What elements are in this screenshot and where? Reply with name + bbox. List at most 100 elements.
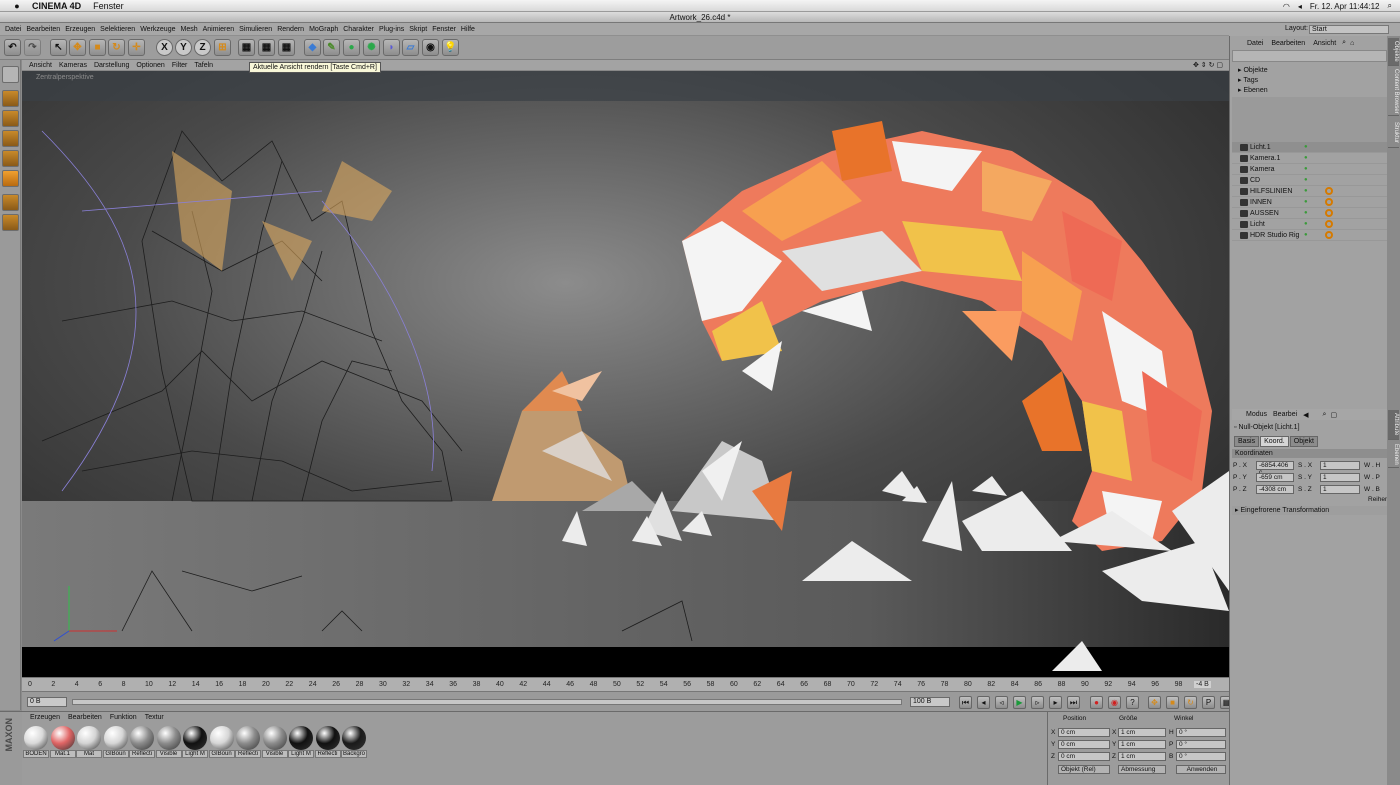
undo-icon[interactable]: ↶ <box>4 39 21 56</box>
object-row[interactable]: AUSSEN ● <box>1232 208 1387 219</box>
tag-icon[interactable] <box>1325 231 1333 239</box>
menu-rendern[interactable]: Rendern <box>277 26 304 33</box>
material-swatch[interactable]: Mat <box>76 726 102 760</box>
material-swatch[interactable]: Visible <box>155 726 182 760</box>
next-key-icon[interactable]: ▸ <box>1049 696 1062 709</box>
object-row[interactable]: Kamera ● <box>1232 164 1387 175</box>
attr-pos-field[interactable]: -659 cm <box>1256 473 1294 482</box>
tag-icon[interactable] <box>1325 187 1333 195</box>
move-tool-icon[interactable]: ✥ <box>69 39 86 56</box>
menu-datei[interactable]: Datei <box>5 26 21 33</box>
frame-range-slider[interactable] <box>72 699 902 705</box>
tag-icon[interactable] <box>1325 220 1333 228</box>
key-position-icon[interactable]: ✥ <box>1148 696 1161 709</box>
select-tool-icon[interactable]: ↖ <box>50 39 67 56</box>
menu-skript[interactable]: Skript <box>409 26 427 33</box>
transform-tool-icon[interactable]: ✛ <box>128 39 145 56</box>
rot-p-field[interactable]: 0 ° <box>1176 740 1226 749</box>
material-menu-textur[interactable]: Textur <box>145 714 164 721</box>
texture-mode-icon[interactable] <box>2 110 19 127</box>
visibility-dot-icon[interactable]: ● <box>1304 142 1308 153</box>
om-menu-ansicht[interactable]: Ansicht <box>1313 40 1336 47</box>
coordinate-system-icon[interactable]: ⊞ <box>214 39 231 56</box>
menu-mesh[interactable]: Mesh <box>180 26 197 33</box>
object-row[interactable]: Licht.1 ● <box>1232 142 1387 153</box>
material-swatch[interactable]: GIBoun <box>208 726 235 760</box>
timeline-ruler[interactable]: 0 2 4 6 8 10 12 14 16 18 20 22 24 26 28 30 32 34 36 38 40 42 4… <box>22 677 1229 691</box>
material-swatch[interactable]: Reflecti <box>129 726 155 760</box>
spotlight-icon[interactable]: ⌕ <box>1388 1 1392 11</box>
prev-key-icon[interactable]: ◂ <box>977 696 990 709</box>
window-menu[interactable]: Fenster <box>93 1 124 11</box>
object-row[interactable]: HILFSLINIEN ● <box>1232 186 1387 197</box>
material-swatch[interactable]: Mat.1 <box>49 726 76 760</box>
make-editable-icon[interactable] <box>2 66 19 83</box>
attr-lock-icon[interactable]: ▢ <box>1330 411 1337 419</box>
visibility-dot-icon[interactable]: ● <box>1304 208 1308 219</box>
redo-icon[interactable]: ↷ <box>24 39 41 56</box>
side-tab-objekte[interactable]: Objekte <box>1388 38 1399 66</box>
menu-charakter[interactable]: Charakter <box>343 26 374 33</box>
viewport-nav-icons[interactable]: ✥ ⇕ ↻ ▢ <box>1193 61 1223 69</box>
y-axis-lock-button[interactable]: Y <box>175 39 192 56</box>
attr-pos-field[interactable]: -6854.406 c <box>1256 461 1294 476</box>
rotate-tool-icon[interactable]: ↻ <box>108 39 125 56</box>
tab-objekt[interactable]: Objekt <box>1289 436 1318 447</box>
prev-frame-icon[interactable]: ◃ <box>995 696 1008 709</box>
menu-animieren[interactable]: Animieren <box>203 26 235 33</box>
render-settings-icon[interactable]: ▦ <box>278 39 295 56</box>
menu-plugins[interactable]: Plug-ins <box>379 26 404 33</box>
3d-viewport[interactable]: Zentralperspektive <box>22 71 1229 677</box>
x-axis-lock-button[interactable]: X <box>156 39 173 56</box>
attr-scale-field[interactable]: 1 <box>1320 461 1360 470</box>
tab-basis[interactable]: Basis <box>1234 436 1260 447</box>
cube-icon[interactable]: ◆ <box>304 39 321 56</box>
side-tab-ebenen[interactable]: Ebenen <box>1388 442 1399 468</box>
pen-spline-icon[interactable]: ✎ <box>323 39 340 56</box>
pos-x-field[interactable]: 0 cm <box>1058 728 1110 737</box>
rot-b-field[interactable]: 0 ° <box>1176 752 1226 761</box>
filter-tags[interactable]: ▸ Tags <box>1238 76 1268 86</box>
go-end-icon[interactable]: ⏭ <box>1067 696 1080 709</box>
edges-mode-icon[interactable] <box>2 150 19 167</box>
menu-fenster[interactable]: Fenster <box>432 26 456 33</box>
om-home-icon[interactable]: ⌂ <box>1350 40 1354 47</box>
polygons-mode-icon[interactable] <box>2 170 19 187</box>
om-path-bar[interactable] <box>1232 50 1387 62</box>
material-swatch[interactable]: Light M <box>288 726 314 760</box>
filter-objekte[interactable]: ▸ Objekte <box>1238 66 1268 76</box>
layout-dropdown[interactable]: Start <box>1309 25 1389 34</box>
viewport-menu-ansicht[interactable]: Ansicht <box>29 62 52 69</box>
material-swatch[interactable]: GIBoun <box>102 726 129 760</box>
viewport-menu-kameras[interactable]: Kameras <box>59 62 87 69</box>
viewport-menu-filter[interactable]: Filter <box>172 62 188 69</box>
apply-button[interactable]: Anwenden <box>1176 765 1226 774</box>
visibility-dot-icon[interactable]: ● <box>1304 186 1308 197</box>
viewport-menu-darstellung[interactable]: Darstellung <box>94 62 129 69</box>
frozen-transform-section[interactable]: ▸ Eingefrorene Transformation <box>1232 506 1387 515</box>
attr-search-icon[interactable]: ⌕ <box>1323 411 1327 419</box>
material-swatch[interactable]: Light M <box>182 726 208 760</box>
clock[interactable]: Fr. 12. Apr 11:44:12 <box>1310 2 1380 11</box>
om-search-icon[interactable]: ⌕ <box>1342 39 1346 47</box>
visibility-dot-icon[interactable]: ● <box>1304 153 1308 164</box>
floor-icon[interactable]: ▱ <box>402 39 419 56</box>
current-frame-field[interactable]: 0 B <box>27 697 67 707</box>
keyframe-selection-icon[interactable]: ? <box>1126 696 1139 709</box>
menu-werkzeuge[interactable]: Werkzeuge <box>140 26 175 33</box>
rot-h-field[interactable]: 0 ° <box>1176 728 1226 737</box>
object-row[interactable]: Kamera.1 ● <box>1232 153 1387 164</box>
end-frame-field[interactable]: 100 B <box>910 697 950 707</box>
material-swatch[interactable]: Reflecti <box>235 726 261 760</box>
viewport-menu-tafeln[interactable]: Tafeln <box>194 62 213 69</box>
visibility-dot-icon[interactable]: ● <box>1304 219 1308 230</box>
tab-koord[interactable]: Koord. <box>1260 436 1289 447</box>
side-tab-attribute[interactable]: Attribute <box>1388 410 1399 440</box>
points-mode-icon[interactable] <box>2 130 19 147</box>
material-swatch[interactable]: Backgro <box>341 726 367 760</box>
menu-erzeugen[interactable]: Erzeugen <box>65 26 95 33</box>
object-row[interactable]: INNEN ● <box>1232 197 1387 208</box>
light-icon[interactable]: 💡 <box>442 39 459 56</box>
om-menu-bearbeiten[interactable]: Bearbeiten <box>1271 40 1305 47</box>
play-icon[interactable]: ▶ <box>1013 696 1026 709</box>
